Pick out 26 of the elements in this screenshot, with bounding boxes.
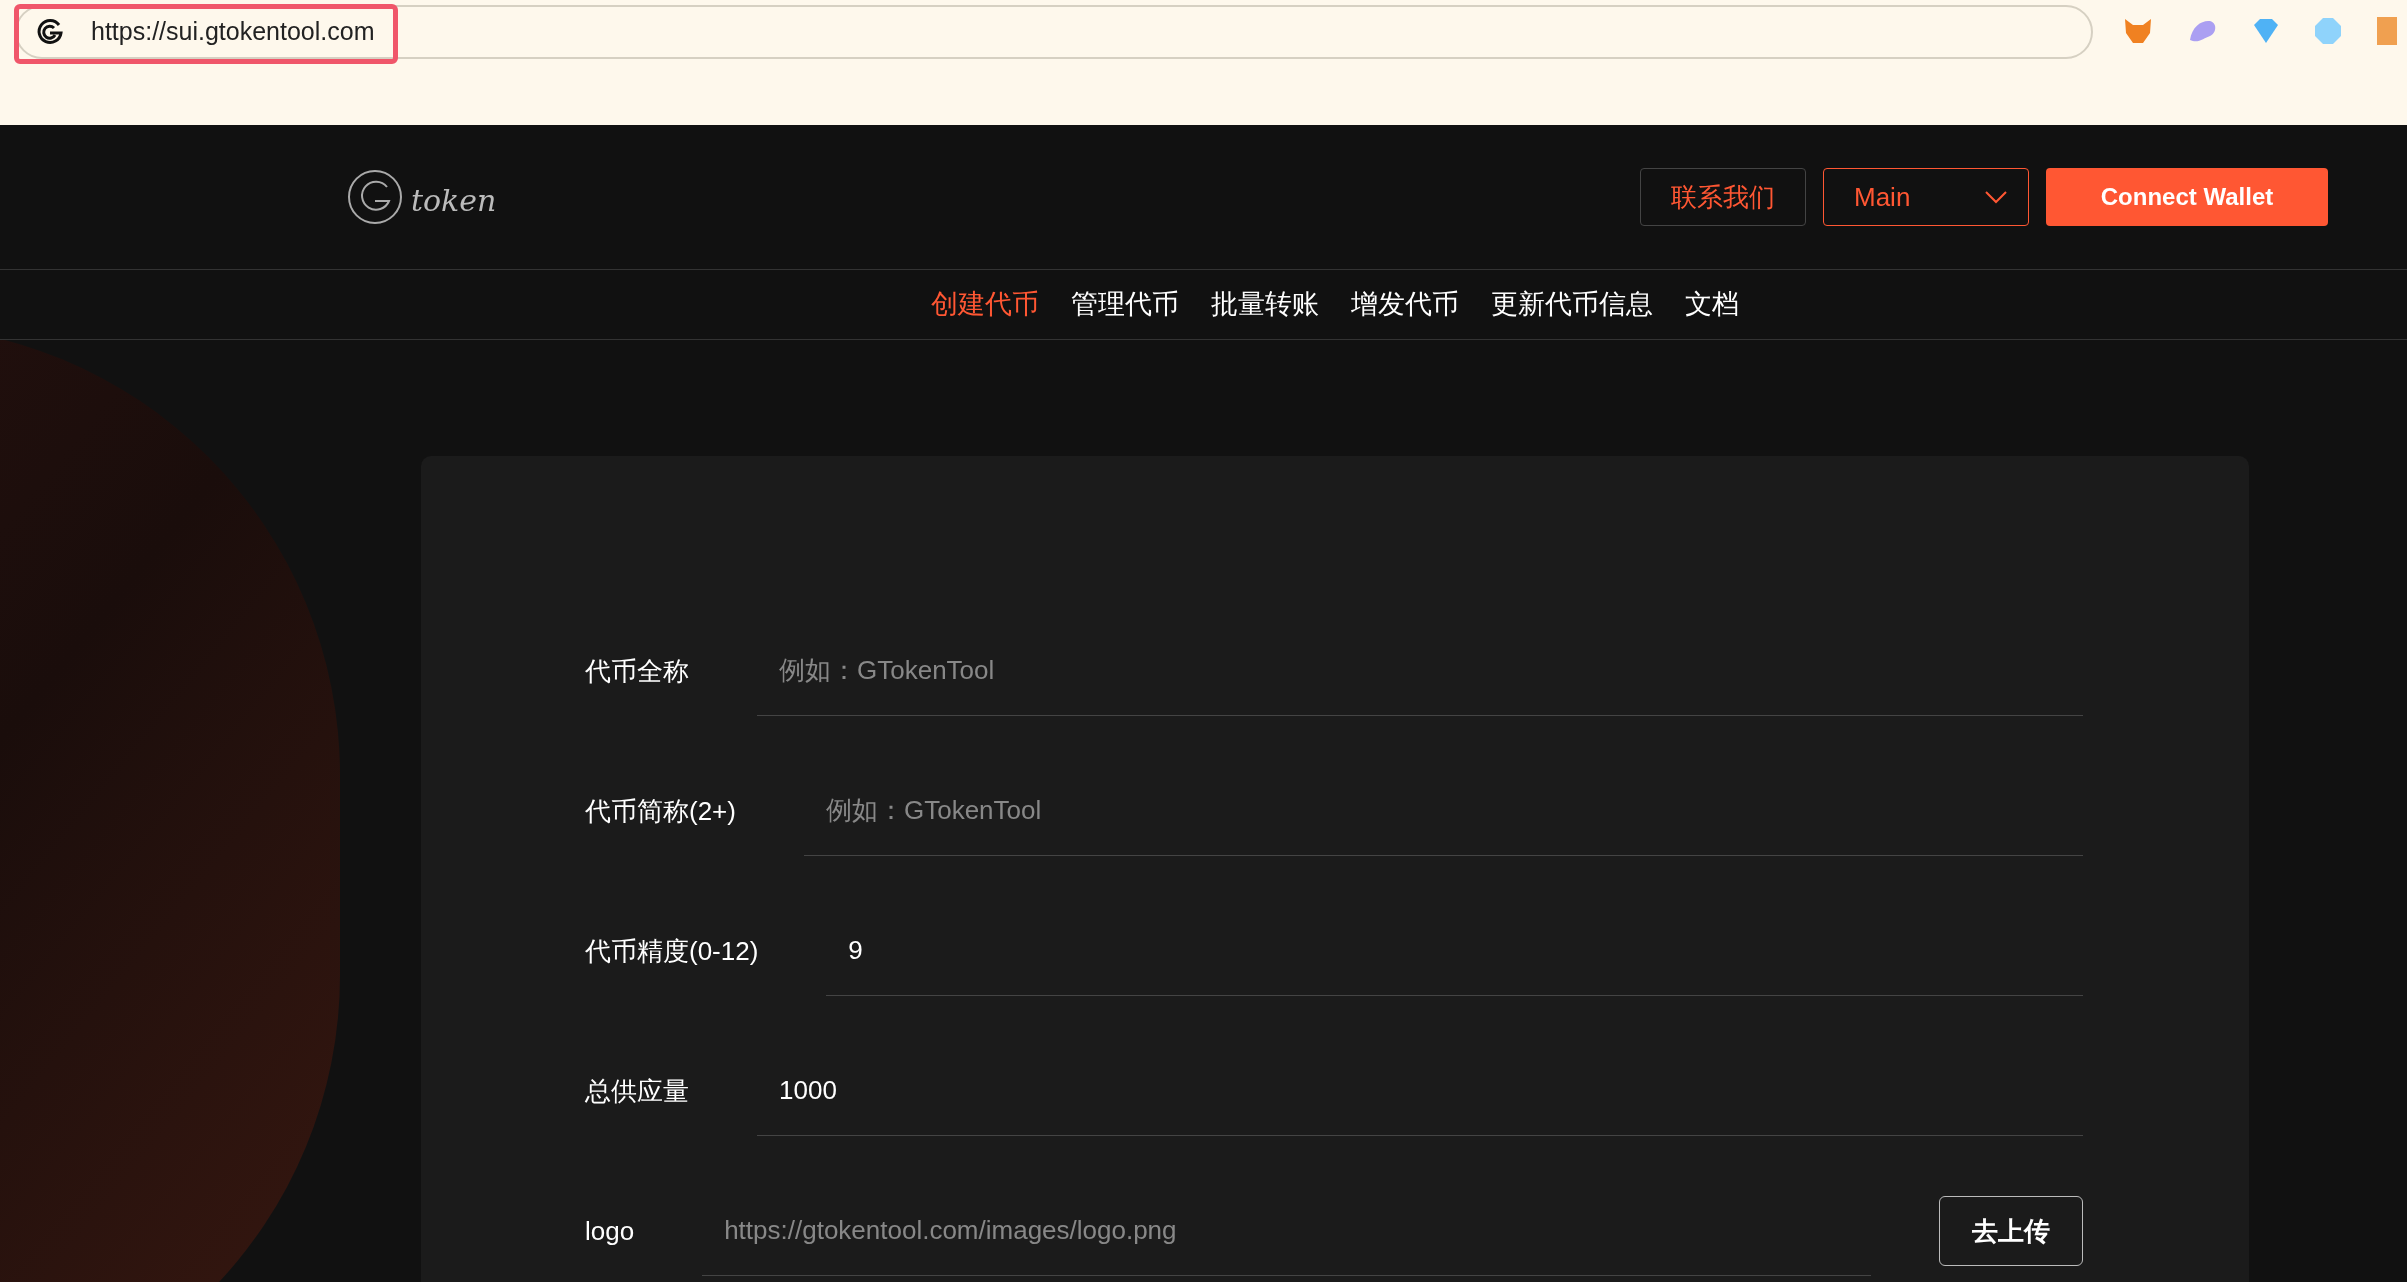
nav-link[interactable]: 增发代币: [1350, 284, 1459, 325]
nav-link[interactable]: 更新代币信息: [1490, 284, 1653, 325]
input-field[interactable]: 1000: [757, 1046, 2083, 1136]
nav-link[interactable]: 批量转账: [1210, 284, 1319, 325]
upload-button[interactable]: 去上传: [1939, 1196, 2083, 1266]
input-field[interactable]: 9: [826, 906, 2083, 996]
fox-icon[interactable]: [2123, 17, 2153, 45]
nav-link[interactable]: 文档: [1684, 284, 1739, 325]
site-logo-icon: [35, 17, 65, 47]
chevron-down-icon: [1984, 190, 2008, 204]
logo-text: token: [411, 182, 497, 220]
diamond-icon[interactable]: [2253, 18, 2279, 44]
input-field[interactable]: https://gtokentool.com/images/logo.png: [702, 1186, 1871, 1276]
octagon-icon[interactable]: [2314, 17, 2342, 45]
field-label: 代币全称: [585, 654, 689, 688]
input-field[interactable]: 例如：GTokenTool: [757, 626, 2083, 716]
field-label: 总供应量: [585, 1074, 689, 1108]
nav-link[interactable]: 管理代币: [1070, 284, 1179, 325]
field-label: 代币简称(2+): [585, 794, 736, 828]
input-field[interactable]: 例如：GTokenTool: [803, 766, 2083, 856]
nav-link[interactable]: 创建代币: [930, 284, 1039, 325]
contact-button[interactable]: 联系我们: [1640, 168, 1806, 226]
url-text: https://sui.gtokentool.com: [91, 16, 375, 48]
field-label: 代币精度(0-12): [585, 934, 759, 968]
field-label: logo: [585, 1214, 635, 1248]
network-select[interactable]: Main: [1823, 168, 2029, 226]
